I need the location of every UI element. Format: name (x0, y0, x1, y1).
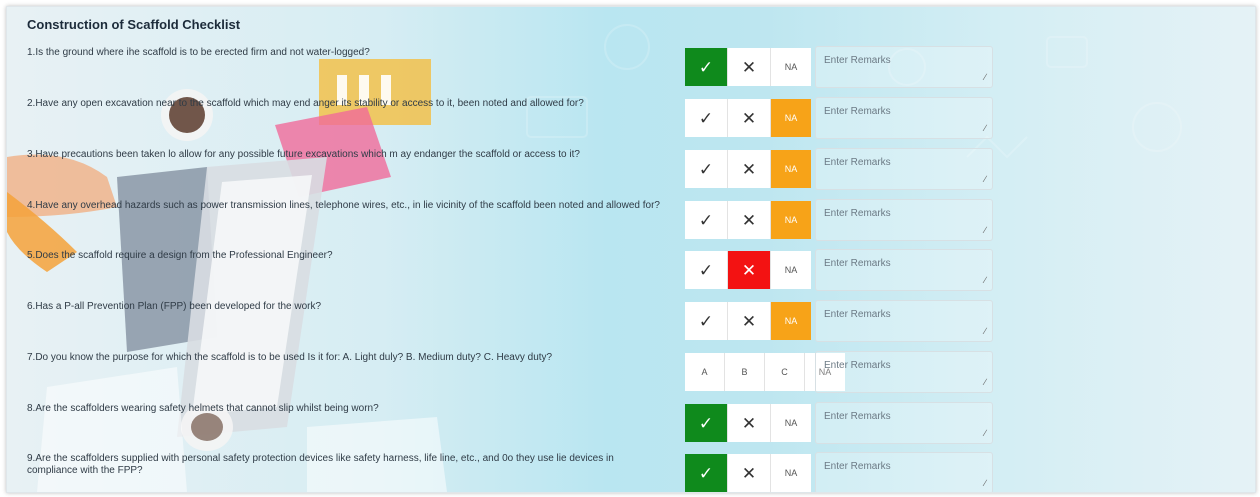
na-button[interactable]: NA (771, 150, 811, 188)
resize-grip-icon[interactable]: ∕ (984, 72, 986, 82)
question-text: 5.Does the scaffold require a design fro… (27, 250, 333, 261)
remarks-placeholder: Enter Remarks (824, 360, 891, 371)
yes-button[interactable]: ✓ (685, 302, 728, 340)
question-text: 4.Have any overhead hazards such as powe… (27, 200, 660, 211)
cross-icon: ✕ (741, 463, 757, 483)
checklist-row: 3.Have precautions been taken lo allow f… (7, 146, 1255, 191)
no-button[interactable]: ✕ (728, 150, 771, 188)
no-button[interactable]: ✕ (728, 454, 771, 492)
no-button[interactable]: ✕ (728, 404, 771, 442)
remarks-textarea[interactable]: Enter Remarks ∕ (815, 452, 993, 492)
cross-icon: ✕ (741, 159, 757, 179)
no-button[interactable]: ✕ (728, 201, 771, 239)
checklist-row: 2.Have any open excavation near to the s… (7, 95, 1255, 140)
question-text: 7.Do you know the purpose for which the … (27, 352, 553, 363)
remarks-textarea[interactable]: Enter Remarks ∕ (815, 97, 993, 139)
resize-grip-icon[interactable]: ∕ (984, 478, 986, 488)
resize-grip-icon[interactable]: ∕ (984, 326, 986, 336)
na-button[interactable]: NA (771, 48, 811, 86)
check-icon: ✓ (698, 413, 714, 433)
yes-button[interactable]: ✓ (685, 404, 728, 442)
answer-options: ✓ ✕ NA (685, 48, 811, 86)
remarks-textarea[interactable]: Enter Remarks ∕ (815, 46, 993, 88)
remarks-textarea[interactable]: Enter Remarks ∕ (815, 402, 993, 444)
resize-grip-icon[interactable]: ∕ (984, 377, 986, 387)
remarks-placeholder: Enter Remarks (824, 157, 891, 168)
no-button[interactable]: ✕ (728, 302, 771, 340)
no-button[interactable]: ✕ (728, 99, 771, 137)
option-a-button[interactable]: A (685, 353, 725, 391)
checklist-row: 4.Have any overhead hazards such as powe… (7, 197, 1255, 242)
yes-button[interactable]: ✓ (685, 150, 728, 188)
na-button[interactable]: NA (771, 454, 811, 492)
yes-button[interactable]: ✓ (685, 48, 728, 86)
yes-button[interactable]: ✓ (685, 99, 728, 137)
cross-icon: ✕ (741, 210, 757, 230)
cross-icon: ✕ (741, 108, 757, 128)
remarks-placeholder: Enter Remarks (824, 461, 891, 472)
no-button[interactable]: ✕ (728, 48, 771, 86)
remarks-textarea[interactable]: Enter Remarks ∕ (815, 148, 993, 190)
remarks-textarea[interactable]: Enter Remarks ∕ (815, 249, 993, 291)
resize-grip-icon[interactable]: ∕ (984, 123, 986, 133)
question-text: 3.Have precautions been taken lo allow f… (27, 149, 580, 160)
no-button[interactable]: ✕ (728, 251, 771, 289)
resize-grip-icon[interactable]: ∕ (984, 225, 986, 235)
check-icon: ✓ (698, 210, 714, 230)
na-button[interactable]: NA (771, 251, 811, 289)
remarks-placeholder: Enter Remarks (824, 309, 891, 320)
question-text: 1.Is the ground where ihe scaffold is to… (27, 47, 370, 58)
answer-options: ✓ ✕ NA (685, 201, 811, 239)
cross-icon: ✕ (741, 57, 757, 77)
check-icon: ✓ (698, 463, 714, 483)
yes-button[interactable]: ✓ (685, 201, 728, 239)
question-text: 8.Are the scaffolders wearing safety hel… (27, 403, 379, 414)
checklist-row: 9.Are the scaffolders supplied with pers… (7, 450, 1255, 492)
checklist-row: 8.Are the scaffolders wearing safety hel… (7, 400, 1255, 445)
check-icon: ✓ (698, 311, 714, 331)
resize-grip-icon[interactable]: ∕ (984, 275, 986, 285)
answer-options: ✓ ✕ NA (685, 99, 811, 137)
cross-icon: ✕ (741, 311, 757, 331)
answer-options: ✓ ✕ NA (685, 404, 811, 442)
check-icon: ✓ (698, 159, 714, 179)
cross-icon: ✕ (741, 413, 757, 433)
remarks-placeholder: Enter Remarks (824, 208, 891, 219)
check-icon: ✓ (698, 57, 714, 77)
cross-icon: ✕ (741, 260, 757, 280)
na-button[interactable]: NA (771, 404, 811, 442)
yes-button[interactable]: ✓ (685, 454, 728, 492)
remarks-placeholder: Enter Remarks (824, 411, 891, 422)
page-title: Construction of Scaffold Checklist (27, 17, 241, 32)
checklist-panel: Construction of Scaffold Checklist 1.Is … (6, 6, 1256, 493)
remarks-placeholder: Enter Remarks (824, 106, 891, 117)
option-c-button[interactable]: C (765, 353, 805, 391)
remarks-placeholder: Enter Remarks (824, 258, 891, 269)
checklist-row: 1.Is the ground where ihe scaffold is to… (7, 44, 1255, 89)
answer-options: ✓ ✕ NA (685, 302, 811, 340)
checklist-row: 5.Does the scaffold require a design fro… (7, 247, 1255, 292)
checklist-row: 6.Has a P-all Prevention Plan (FPP) been… (7, 298, 1255, 343)
remarks-textarea[interactable]: Enter Remarks ∕ (815, 300, 993, 342)
remarks-textarea[interactable]: Enter Remarks ∕ (815, 351, 993, 393)
na-button[interactable]: NA (771, 99, 811, 137)
checklist-row: 7.Do you know the purpose for which the … (7, 349, 1255, 394)
yes-button[interactable]: ✓ (685, 251, 728, 289)
remarks-placeholder: Enter Remarks (824, 55, 891, 66)
question-text: 2.Have any open excavation near to the s… (27, 98, 584, 109)
answer-options: ✓ ✕ NA (685, 251, 811, 289)
question-text: 6.Has a P-all Prevention Plan (FPP) been… (27, 301, 322, 312)
answer-options: ✓ ✕ NA (685, 150, 811, 188)
na-button[interactable]: NA (771, 302, 811, 340)
remarks-textarea[interactable]: Enter Remarks ∕ (815, 199, 993, 241)
resize-grip-icon[interactable]: ∕ (984, 428, 986, 438)
answer-options: ✓ ✕ NA (685, 454, 811, 492)
check-icon: ✓ (698, 108, 714, 128)
check-icon: ✓ (698, 260, 714, 280)
question-text: 9.Are the scaffolders supplied with pers… (27, 453, 614, 476)
option-b-button[interactable]: B (725, 353, 765, 391)
resize-grip-icon[interactable]: ∕ (984, 174, 986, 184)
na-button[interactable]: NA (771, 201, 811, 239)
